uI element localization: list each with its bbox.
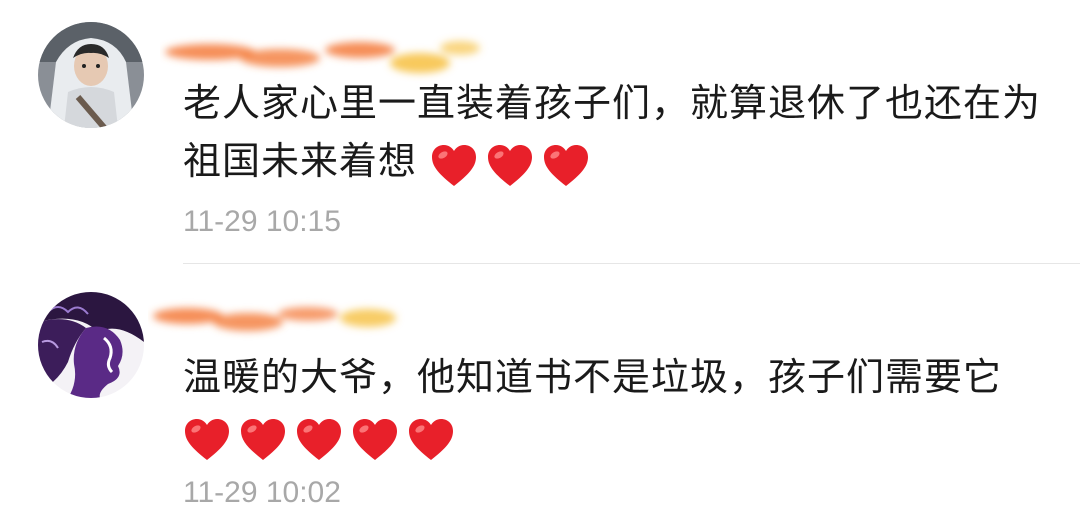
comment-text: 温暖的大爷，他知道书不是垃圾，孩子们需要它 [183,355,1003,399]
comment-item[interactable]: 温暖的大爷，他知道书不是垃圾，孩子们需要它 11-29 10:02 [0,264,1080,530]
heart-icon [542,144,590,188]
comment-text: 老人家心里一直装着孩子们，就算退休了也还在为祖国未来着想 [183,81,1042,183]
heart-reactions [183,409,463,467]
heart-icon [295,418,343,462]
heart-icon [239,418,287,462]
username-redacted[interactable] [160,28,490,73]
username-redacted[interactable] [148,296,428,336]
heart-icon [183,418,231,462]
heart-icon [430,144,478,188]
heart-icon [351,418,399,462]
comment-item[interactable]: 老人家心里一直装着孩子们，就算退休了也还在为祖国未来着想 11-29 10:15 [0,0,1080,262]
avatar[interactable] [38,22,144,128]
avatar[interactable] [38,292,144,398]
redaction-mark [153,307,396,331]
avatar-image [38,292,144,398]
heart-icon [486,144,534,188]
comment-body: 老人家心里一直装着孩子们，就算退休了也还在为祖国未来着想 [183,74,1063,193]
heart-icon [407,418,455,462]
comment-timestamp: 11-29 10:02 [183,476,341,509]
avatar-image [38,22,144,128]
comment-timestamp: 11-29 10:15 [183,205,341,238]
heart-reactions [430,135,598,193]
comment-body: 温暖的大爷，他知道书不是垃圾，孩子们需要它 [183,348,1063,467]
